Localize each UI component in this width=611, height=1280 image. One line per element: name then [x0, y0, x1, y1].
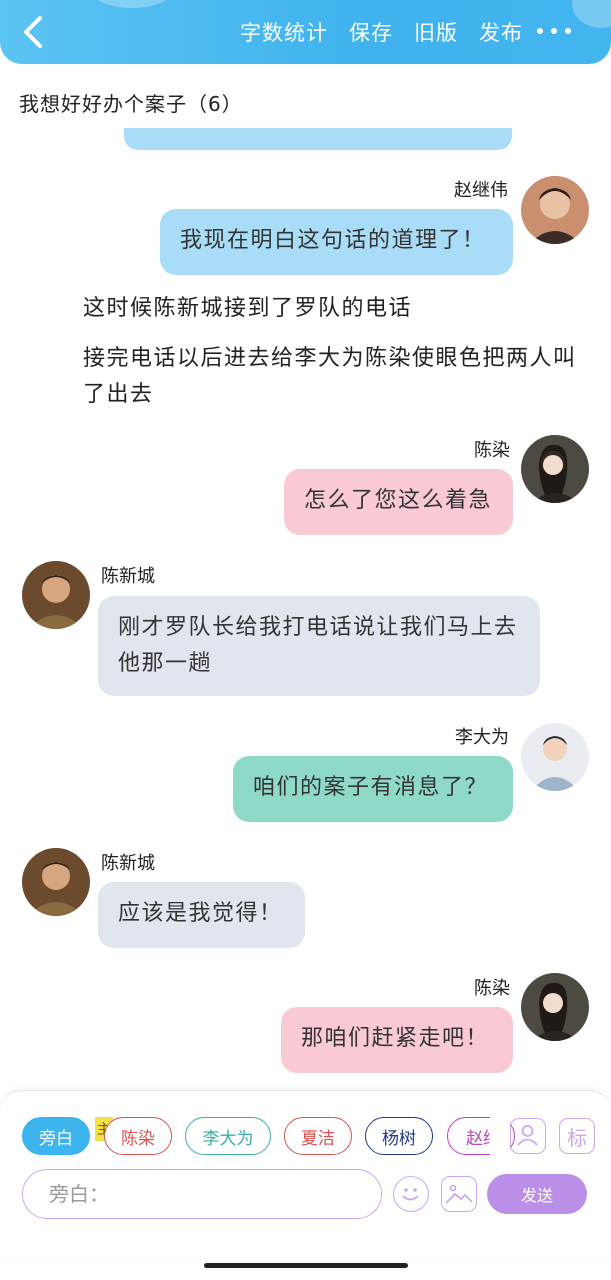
more-icon[interactable]	[537, 28, 571, 36]
narration-line: 接完电话以后进去给李大为陈染使眼色把两人叫了出去	[83, 346, 577, 407]
publish-button[interactable]: 发布	[479, 17, 523, 47]
avatar[interactable]	[521, 973, 589, 1041]
speaker-name: 陈染	[474, 978, 510, 999]
message-input[interactable]	[22, 1169, 382, 1219]
page-title: 我想好好办个案子（6）	[19, 92, 243, 116]
avatar[interactable]	[22, 848, 90, 916]
avatar[interactable]	[521, 176, 589, 244]
speaker-name: 李大为	[455, 727, 509, 748]
character-chip-li-dawei[interactable]: 李大为	[185, 1117, 271, 1155]
previous-message-bubble	[124, 128, 512, 150]
character-manage-icon[interactable]	[510, 1118, 546, 1154]
character-chip-chen-ran[interactable]: 陈染	[104, 1117, 172, 1155]
header-actions: 字数统计 保存 旧版 发布	[240, 0, 544, 64]
home-indicator	[204, 1263, 408, 1268]
character-chip-narrator[interactable]: 旁白	[22, 1117, 90, 1155]
character-chip-xia-jie[interactable]: 夏洁	[284, 1117, 352, 1155]
speaker-name: 陈新城	[101, 566, 155, 587]
speaker-name: 陈染	[474, 440, 510, 461]
image-icon[interactable]	[441, 1176, 477, 1212]
avatar[interactable]	[521, 723, 589, 791]
emoji-icon[interactable]	[393, 1176, 429, 1212]
header-decoration	[572, 0, 611, 28]
message-bubble[interactable]: 那咱们赶紧走吧！	[281, 1007, 513, 1073]
save-button[interactable]: 保存	[349, 17, 393, 47]
character-chip-yang-shu[interactable]: 杨树	[365, 1117, 433, 1155]
avatar[interactable]	[521, 435, 589, 503]
avatar[interactable]	[22, 561, 90, 629]
narration-text[interactable]: 这时候陈新城接到了罗队的电话	[83, 291, 412, 327]
speaker-name: 陈新城	[101, 853, 155, 874]
top-bar: 字数统计 保存 旧版 发布	[0, 0, 611, 64]
tag-button[interactable]: 标	[559, 1118, 595, 1154]
chip-scroll-fade	[490, 1110, 510, 1160]
header-decoration	[92, 0, 172, 8]
speaker-name: 赵继伟	[454, 180, 508, 201]
word-count-button[interactable]: 字数统计	[240, 17, 328, 47]
back-icon[interactable]	[18, 14, 50, 50]
old-version-button[interactable]: 旧版	[414, 17, 458, 47]
message-bubble[interactable]: 我现在明白这句话的道理了！	[160, 209, 513, 275]
message-bubble[interactable]: 怎么了您这么着急	[284, 469, 513, 535]
message-bubble[interactable]: 应该是我觉得！	[98, 882, 305, 948]
message-bubble[interactable]: 咱们的案子有消息了？	[233, 756, 513, 822]
narration-text[interactable]: 接完电话以后进去给李大为陈染使眼色把两人叫了出去	[83, 341, 583, 413]
send-button[interactable]: 发送	[487, 1174, 587, 1214]
message-bubble[interactable]: 刚才罗队长给我打电话说让我们马上去他那一趟	[98, 596, 540, 696]
